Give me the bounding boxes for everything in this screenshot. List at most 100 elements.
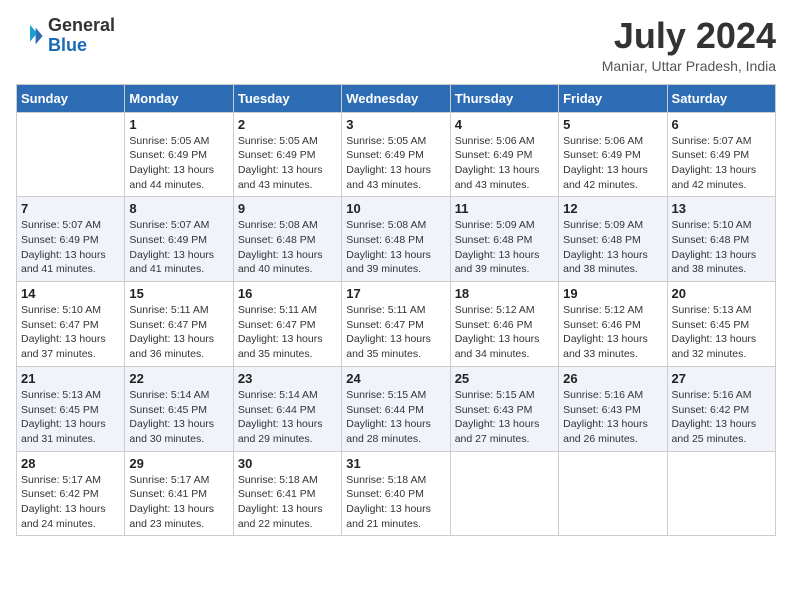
day-number: 6 xyxy=(672,117,771,132)
day-info: Sunrise: 5:10 AMSunset: 6:47 PMDaylight:… xyxy=(21,303,120,362)
header-cell-friday: Friday xyxy=(559,84,667,112)
day-info: Sunrise: 5:14 AMSunset: 6:45 PMDaylight:… xyxy=(129,388,228,447)
day-number: 30 xyxy=(238,456,337,471)
day-info: Sunrise: 5:07 AMSunset: 6:49 PMDaylight:… xyxy=(129,218,228,277)
day-number: 2 xyxy=(238,117,337,132)
day-number: 11 xyxy=(455,201,554,216)
calendar-cell: 19 Sunrise: 5:12 AMSunset: 6:46 PMDayligh… xyxy=(559,282,667,367)
day-number: 26 xyxy=(563,371,662,386)
day-info: Sunrise: 5:09 AMSunset: 6:48 PMDaylight:… xyxy=(563,218,662,277)
day-number: 17 xyxy=(346,286,445,301)
calendar-cell: 26Sunrise: 5:16 AMSunset: 6:43 PMDayligh… xyxy=(559,366,667,451)
day-info: Sunrise: 5:08 AMSunset: 6:48 PMDaylight:… xyxy=(346,218,445,277)
day-number: 28 xyxy=(21,456,120,471)
day-info: Sunrise: 5:17 AMSunset: 6:41 PMDaylight:… xyxy=(129,473,228,532)
day-number: 27 xyxy=(672,371,771,386)
day-info: Sunrise: 5:06 AMSunset: 6:49 PMDaylight:… xyxy=(563,134,662,193)
calendar-cell: 8 Sunrise: 5:07 AMSunset: 6:49 PMDaylight… xyxy=(125,197,233,282)
day-number: 4 xyxy=(455,117,554,132)
calendar-cell: 15 Sunrise: 5:11 AMSunset: 6:47 PMDayligh… xyxy=(125,282,233,367)
calendar-cell: 6 Sunrise: 5:07 AMSunset: 6:49 PMDaylight… xyxy=(667,112,775,197)
header-cell-saturday: Saturday xyxy=(667,84,775,112)
day-number: 14 xyxy=(21,286,120,301)
day-number: 18 xyxy=(455,286,554,301)
day-info: Sunrise: 5:13 AMSunset: 6:45 PMDaylight:… xyxy=(672,303,771,362)
day-number: 10 xyxy=(346,201,445,216)
calendar-cell: 16 Sunrise: 5:11 AMSunset: 6:47 PMDayligh… xyxy=(233,282,341,367)
calendar-cell: 2 Sunrise: 5:05 AMSunset: 6:49 PMDaylight… xyxy=(233,112,341,197)
day-number: 29 xyxy=(129,456,228,471)
calendar-cell xyxy=(559,451,667,536)
calendar-cell: 12 Sunrise: 5:09 AMSunset: 6:48 PMDayligh… xyxy=(559,197,667,282)
header-row: SundayMondayTuesdayWednesdayThursdayFrid… xyxy=(17,84,776,112)
day-info: Sunrise: 5:08 AMSunset: 6:48 PMDaylight:… xyxy=(238,218,337,277)
day-info: Sunrise: 5:07 AMSunset: 6:49 PMDaylight:… xyxy=(672,134,771,193)
week-row-5: 28 Sunrise: 5:17 AMSunset: 6:42 PMDayligh… xyxy=(17,451,776,536)
day-info: Sunrise: 5:07 AMSunset: 6:49 PMDaylight:… xyxy=(21,218,120,277)
calendar-cell: 28 Sunrise: 5:17 AMSunset: 6:42 PMDayligh… xyxy=(17,451,125,536)
calendar-cell: 4 Sunrise: 5:06 AMSunset: 6:49 PMDaylight… xyxy=(450,112,558,197)
calendar-cell: 23Sunrise: 5:14 AMSunset: 6:44 PMDayligh… xyxy=(233,366,341,451)
day-info: Sunrise: 5:05 AMSunset: 6:49 PMDaylight:… xyxy=(346,134,445,193)
day-number: 21 xyxy=(21,371,120,386)
calendar-cell: 3Sunrise: 5:05 AMSunset: 6:49 PMDaylight… xyxy=(342,112,450,197)
calendar-cell: 9 Sunrise: 5:08 AMSunset: 6:48 PMDaylight… xyxy=(233,197,341,282)
calendar-cell: 25Sunrise: 5:15 AMSunset: 6:43 PMDayligh… xyxy=(450,366,558,451)
day-number: 19 xyxy=(563,286,662,301)
week-row-4: 21 Sunrise: 5:13 AMSunset: 6:45 PMDayligh… xyxy=(17,366,776,451)
day-number: 12 xyxy=(563,201,662,216)
day-info: Sunrise: 5:15 AMSunset: 6:43 PMDaylight:… xyxy=(455,388,554,447)
day-info: Sunrise: 5:18 AMSunset: 6:40 PMDaylight:… xyxy=(346,473,445,532)
header-cell-monday: Monday xyxy=(125,84,233,112)
calendar-cell: 7 Sunrise: 5:07 AMSunset: 6:49 PMDaylight… xyxy=(17,197,125,282)
day-info: Sunrise: 5:17 AMSunset: 6:42 PMDaylight:… xyxy=(21,473,120,532)
day-number: 16 xyxy=(238,286,337,301)
day-number: 15 xyxy=(129,286,228,301)
day-info: Sunrise: 5:14 AMSunset: 6:44 PMDaylight:… xyxy=(238,388,337,447)
day-info: Sunrise: 5:12 AMSunset: 6:46 PMDaylight:… xyxy=(563,303,662,362)
calendar-cell: 17 Sunrise: 5:11 AMSunset: 6:47 PMDayligh… xyxy=(342,282,450,367)
calendar-cell: 21 Sunrise: 5:13 AMSunset: 6:45 PMDayligh… xyxy=(17,366,125,451)
day-info: Sunrise: 5:06 AMSunset: 6:49 PMDaylight:… xyxy=(455,134,554,193)
logo-general: General xyxy=(48,15,115,35)
calendar-cell: 18 Sunrise: 5:12 AMSunset: 6:46 PMDayligh… xyxy=(450,282,558,367)
calendar-cell: 31 Sunrise: 5:18 AMSunset: 6:40 PMDayligh… xyxy=(342,451,450,536)
logo-blue: Blue xyxy=(48,35,87,55)
day-info: Sunrise: 5:12 AMSunset: 6:46 PMDaylight:… xyxy=(455,303,554,362)
logo-text: General Blue xyxy=(48,16,115,56)
day-info: Sunrise: 5:13 AMSunset: 6:45 PMDaylight:… xyxy=(21,388,120,447)
day-info: Sunrise: 5:15 AMSunset: 6:44 PMDaylight:… xyxy=(346,388,445,447)
calendar-cell xyxy=(17,112,125,197)
calendar-cell: 29 Sunrise: 5:17 AMSunset: 6:41 PMDayligh… xyxy=(125,451,233,536)
day-info: Sunrise: 5:16 AMSunset: 6:42 PMDaylight:… xyxy=(672,388,771,447)
calendar-cell: 10 Sunrise: 5:08 AMSunset: 6:48 PMDayligh… xyxy=(342,197,450,282)
header-cell-thursday: Thursday xyxy=(450,84,558,112)
day-number: 7 xyxy=(21,201,120,216)
location: Maniar, Uttar Pradesh, India xyxy=(602,58,776,74)
calendar-cell: 22 Sunrise: 5:14 AMSunset: 6:45 PMDayligh… xyxy=(125,366,233,451)
week-row-2: 7 Sunrise: 5:07 AMSunset: 6:49 PMDaylight… xyxy=(17,197,776,282)
day-number: 31 xyxy=(346,456,445,471)
day-info: Sunrise: 5:11 AMSunset: 6:47 PMDaylight:… xyxy=(129,303,228,362)
day-info: Sunrise: 5:09 AMSunset: 6:48 PMDaylight:… xyxy=(455,218,554,277)
day-info: Sunrise: 5:05 AMSunset: 6:49 PMDaylight:… xyxy=(238,134,337,193)
day-info: Sunrise: 5:11 AMSunset: 6:47 PMDaylight:… xyxy=(238,303,337,362)
calendar-cell: 30Sunrise: 5:18 AMSunset: 6:41 PMDayligh… xyxy=(233,451,341,536)
calendar-cell: 14 Sunrise: 5:10 AMSunset: 6:47 PMDayligh… xyxy=(17,282,125,367)
calendar-cell xyxy=(667,451,775,536)
header-cell-sunday: Sunday xyxy=(17,84,125,112)
day-info: Sunrise: 5:05 AMSunset: 6:49 PMDaylight:… xyxy=(129,134,228,193)
month-year: July 2024 xyxy=(602,16,776,56)
calendar-cell: 5Sunrise: 5:06 AMSunset: 6:49 PMDaylight… xyxy=(559,112,667,197)
logo: General Blue xyxy=(16,16,115,56)
calendar-cell: 20Sunrise: 5:13 AMSunset: 6:45 PMDayligh… xyxy=(667,282,775,367)
calendar-cell: 11 Sunrise: 5:09 AMSunset: 6:48 PMDayligh… xyxy=(450,197,558,282)
calendar-cell: 13Sunrise: 5:10 AMSunset: 6:48 PMDayligh… xyxy=(667,197,775,282)
day-number: 9 xyxy=(238,201,337,216)
day-number: 22 xyxy=(129,371,228,386)
page-header: General Blue July 2024 Maniar, Uttar Pra… xyxy=(16,16,776,74)
day-info: Sunrise: 5:11 AMSunset: 6:47 PMDaylight:… xyxy=(346,303,445,362)
header-cell-tuesday: Tuesday xyxy=(233,84,341,112)
calendar-cell: 1Sunrise: 5:05 AMSunset: 6:49 PMDaylight… xyxy=(125,112,233,197)
day-number: 8 xyxy=(129,201,228,216)
